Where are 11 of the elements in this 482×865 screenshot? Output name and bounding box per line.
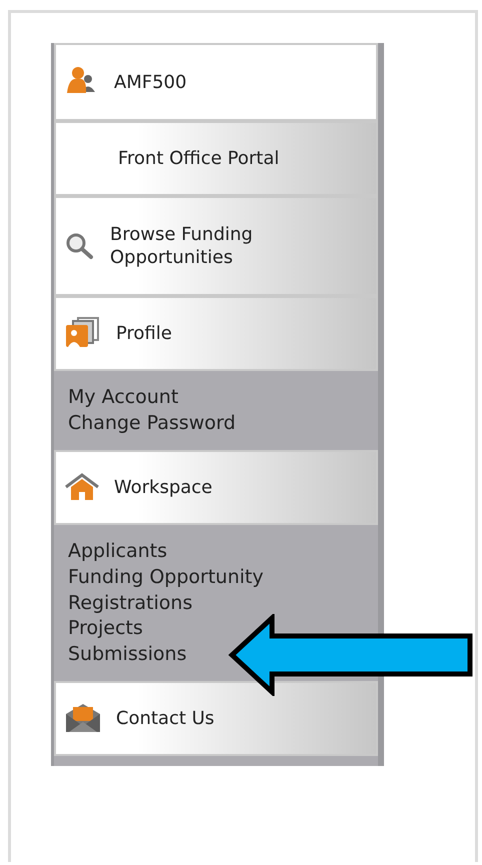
menu-item[interactable]: Contact Us [54, 681, 378, 756]
menu-item[interactable]: Workspace [54, 450, 378, 526]
menu-item[interactable]: Profile [54, 296, 378, 371]
submenu-link[interactable]: Submissions [68, 642, 187, 668]
submenu-link[interactable]: Projects [68, 616, 143, 642]
menu-item[interactable]: Browse Funding Opportunities [54, 196, 378, 296]
submenu-link[interactable]: Change Password [68, 410, 236, 436]
submenu-link[interactable]: Applicants [68, 539, 168, 565]
menu-item[interactable]: Front Office Portal [54, 121, 378, 196]
submenu-link[interactable]: Funding Opportunity Registrations [68, 564, 366, 616]
submenu-link[interactable]: My Account [68, 385, 178, 411]
